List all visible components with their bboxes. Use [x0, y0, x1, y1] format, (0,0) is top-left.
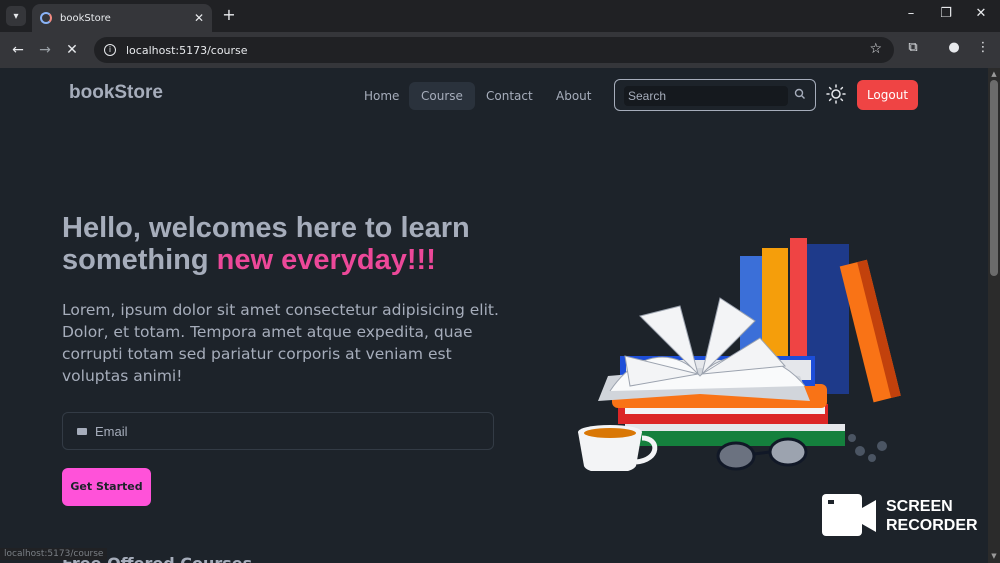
tab-favicon-icon	[40, 12, 52, 24]
extensions-icon[interactable]: ⧉	[903, 40, 923, 55]
video-camera-icon	[822, 494, 876, 536]
site-info-icon[interactable]: i	[104, 44, 116, 56]
bookmark-star-icon[interactable]: ☆	[869, 41, 882, 57]
screen: ▾ bookStore ✕ + – ❐ ✕ ← → ✕ i localhost:…	[0, 0, 1000, 563]
page-viewport: bookStore Home Course Contact About Logo…	[0, 68, 988, 563]
browser-tabbar: ▾ bookStore ✕ + – ❐ ✕	[0, 0, 1000, 32]
email-field[interactable]	[95, 423, 475, 439]
tab-title: bookStore	[60, 12, 111, 24]
address-bar[interactable]: i localhost:5173/course ☆	[94, 37, 894, 63]
tab-search-button[interactable]: ▾	[6, 6, 26, 26]
nav-link-contact[interactable]: Contact	[474, 82, 545, 110]
get-started-button[interactable]: Get Started	[62, 468, 151, 506]
nav-link-home[interactable]: Home	[352, 82, 411, 110]
url-text[interactable]: localhost:5173/course	[126, 44, 248, 57]
screen-recorder-watermark: SCREEN RECORDER	[822, 494, 978, 538]
search-input[interactable]	[624, 86, 788, 106]
search-icon[interactable]	[794, 88, 806, 100]
menu-icon[interactable]: ⋮	[973, 40, 993, 55]
hero-description: Lorem, ipsum dolor sit amet consectetur …	[62, 301, 499, 385]
page-scrollbar[interactable]: ▲ ▼	[988, 68, 1000, 563]
email-field-container	[62, 412, 494, 450]
profile-icon[interactable]: ●	[944, 40, 964, 55]
search-container	[614, 79, 816, 111]
watermark-line2: RECORDER	[886, 517, 978, 534]
hero-title: Hello, welcomes here to learn something …	[62, 212, 522, 276]
hero-title-highlight: new everyday!!!	[216, 244, 436, 276]
envelope-icon	[77, 427, 87, 435]
site-logo[interactable]: bookStore	[69, 82, 163, 104]
scrollbar-thumb[interactable]	[990, 80, 998, 276]
browser-toolbar: ← → ✕ i localhost:5173/course ☆ ⧉ ● ⋮	[0, 32, 1000, 68]
nav-link-about[interactable]: About	[544, 82, 603, 110]
tab-close-icon[interactable]: ✕	[194, 11, 204, 25]
scroll-up-icon[interactable]: ▲	[990, 70, 998, 78]
sun-icon[interactable]	[826, 84, 846, 104]
logout-button[interactable]: Logout	[857, 80, 918, 110]
browser-tab[interactable]: bookStore ✕	[32, 4, 212, 32]
nav-link-course[interactable]: Course	[409, 82, 475, 110]
restore-icon[interactable]: ❐	[936, 6, 956, 21]
new-tab-icon[interactable]: +	[220, 6, 238, 24]
scroll-down-icon[interactable]: ▼	[990, 552, 998, 560]
back-icon[interactable]: ←	[8, 40, 28, 60]
forward-icon[interactable]: →	[35, 40, 55, 60]
watermark-text: SCREEN RECORDER	[886, 497, 978, 535]
window-close-icon[interactable]: ✕	[971, 6, 991, 21]
stop-loading-icon[interactable]: ✕	[62, 40, 82, 60]
status-bar-url: localhost:5173/course	[0, 548, 108, 560]
books-illustration	[578, 238, 901, 471]
minimize-icon[interactable]: –	[901, 6, 921, 21]
watermark-line1: SCREEN	[886, 498, 953, 515]
